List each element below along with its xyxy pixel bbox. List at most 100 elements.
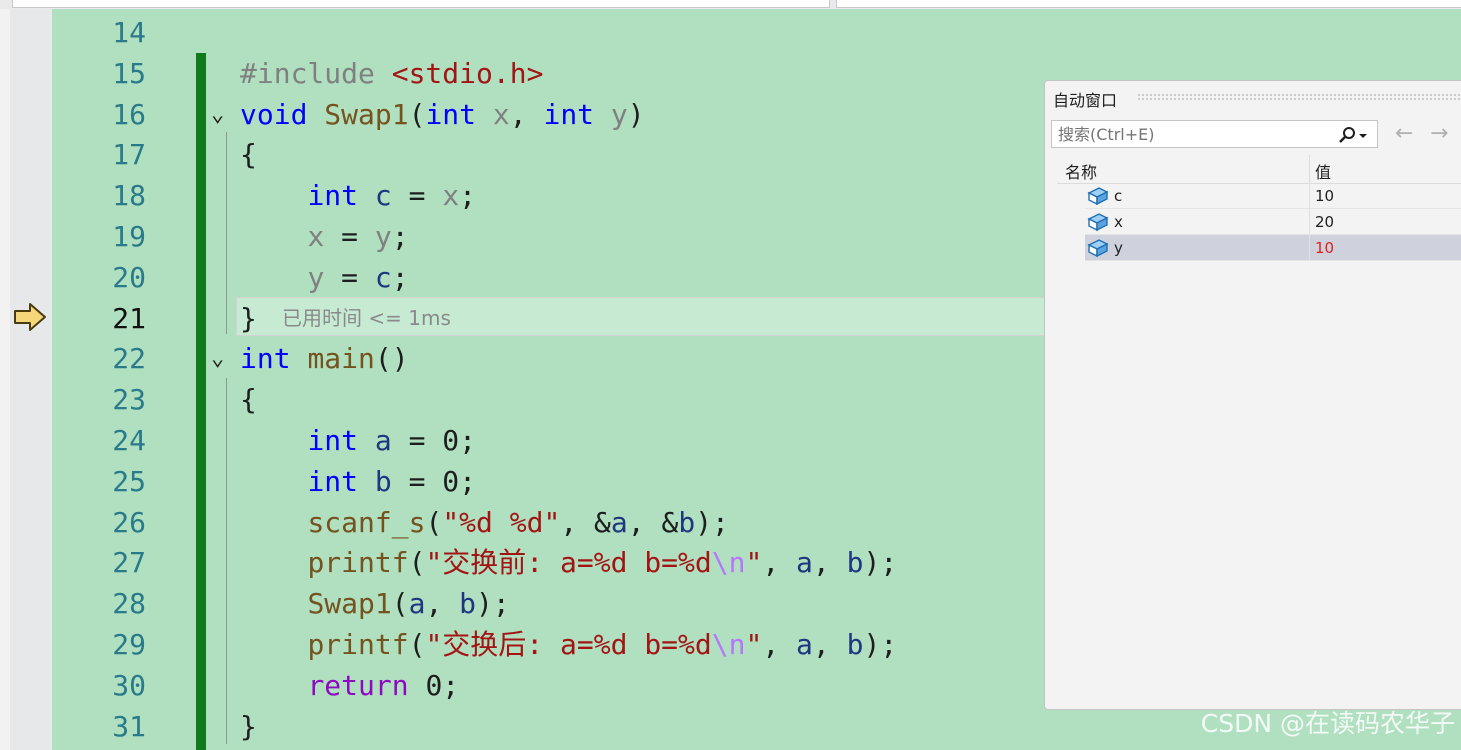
code-token: main bbox=[307, 342, 375, 376]
column-name-header[interactable]: 名称 bbox=[1065, 159, 1097, 183]
code-text: int c = x; bbox=[240, 175, 476, 216]
line-number: 21 bbox=[112, 301, 146, 335]
code-token: = 0; bbox=[391, 424, 477, 457]
code-token: \n bbox=[711, 546, 746, 580]
fold-chevron-icon[interactable]: ⌄ bbox=[211, 94, 224, 135]
code-text: #include <stdio.h> bbox=[240, 53, 543, 94]
code-token: "交换后: a=%d b=%d bbox=[425, 628, 712, 661]
code-token: () bbox=[374, 342, 409, 376]
code-token: Swap1 bbox=[324, 97, 409, 131]
variable-value[interactable]: 20 bbox=[1315, 213, 1334, 231]
code-token: , & bbox=[627, 505, 679, 539]
code-token: printf bbox=[307, 628, 409, 661]
variable-name: y bbox=[1114, 239, 1123, 257]
autos-title: 自动窗口 bbox=[1053, 91, 1118, 110]
code-token: b bbox=[846, 546, 864, 580]
variable-value[interactable]: 10 bbox=[1315, 239, 1334, 257]
code-token: = bbox=[324, 220, 375, 253]
search-forward-icon[interactable]: → bbox=[1430, 122, 1448, 146]
code-text: { bbox=[240, 134, 257, 175]
code-token: int bbox=[307, 424, 359, 457]
line-number: 29 bbox=[112, 628, 146, 661]
cell-separator bbox=[1309, 235, 1310, 261]
top-navigation-bar bbox=[0, 0, 1461, 9]
autos-row[interactable]: x 20 bbox=[1085, 209, 1461, 235]
code-token: " bbox=[745, 628, 763, 661]
code-text: printf("交换后: a=%d b=%d\n", a, b); bbox=[240, 624, 897, 665]
code-token: x bbox=[307, 220, 325, 253]
line-number: 26 bbox=[112, 505, 146, 539]
code-token: = bbox=[391, 179, 443, 213]
code-token: = 0; bbox=[391, 464, 477, 498]
code-token: ( bbox=[408, 97, 426, 131]
code-token: b bbox=[678, 505, 696, 539]
code-token: y bbox=[374, 220, 392, 253]
code-token: int bbox=[543, 97, 595, 131]
code-token: a bbox=[796, 546, 813, 580]
code-token: "%d %d" bbox=[442, 505, 561, 539]
code-token: a bbox=[796, 628, 813, 661]
line-number: 18 bbox=[112, 179, 146, 213]
variable-value[interactable]: 10 bbox=[1315, 187, 1334, 205]
member-dropdown[interactable] bbox=[836, 0, 1461, 8]
code-text: { bbox=[240, 379, 257, 420]
code-token: ); bbox=[863, 546, 898, 580]
autos-search-input[interactable] bbox=[1052, 121, 1334, 147]
code-token: ); bbox=[476, 587, 510, 621]
code-text: } bbox=[240, 298, 257, 339]
line-number: 22 bbox=[112, 342, 146, 376]
perf-tip: 已用时间 <= 1ms bbox=[282, 303, 451, 333]
line-number: 17 bbox=[112, 138, 146, 172]
autos-search-box bbox=[1051, 120, 1378, 148]
code-token: , bbox=[812, 546, 847, 580]
code-token: \n bbox=[711, 628, 746, 661]
panel-grip[interactable] bbox=[1137, 93, 1461, 101]
code-token: ); bbox=[863, 628, 898, 661]
autos-row[interactable]: c 10 bbox=[1085, 183, 1461, 209]
fold-chevron-icon[interactable]: ⌄ bbox=[211, 338, 224, 379]
code-text: y = c; bbox=[240, 257, 408, 298]
code-token: x bbox=[492, 97, 510, 131]
code-token: b bbox=[459, 587, 477, 621]
code-text: void Swap1(int x, int y) bbox=[240, 94, 645, 135]
code-token: y bbox=[307, 260, 325, 294]
search-icon[interactable] bbox=[1337, 125, 1369, 145]
code-token: c bbox=[374, 260, 392, 294]
line-number: 31 bbox=[112, 709, 146, 743]
scope-dropdown[interactable] bbox=[12, 0, 830, 8]
code-token: } bbox=[240, 709, 257, 743]
code-token: ; bbox=[459, 179, 477, 213]
code-token: , bbox=[762, 628, 797, 661]
code-token: " bbox=[745, 546, 763, 580]
code-token: , bbox=[812, 628, 847, 661]
dropdown-caret-icon bbox=[1359, 134, 1367, 138]
code-token: Swap1 bbox=[307, 587, 392, 621]
code-token: int bbox=[307, 464, 359, 498]
autos-window: 自动窗口 ← → 名称 值 c 10 x 20 y 10 bbox=[1044, 80, 1461, 710]
search-back-icon[interactable]: ← bbox=[1395, 122, 1413, 146]
column-value-header[interactable]: 值 bbox=[1315, 159, 1331, 183]
line-number: 15 bbox=[112, 56, 146, 90]
line-number: 24 bbox=[112, 424, 146, 457]
code-line[interactable]: 14 bbox=[0, 12, 1461, 53]
code-token: , bbox=[762, 546, 797, 580]
code-token: a bbox=[374, 424, 392, 457]
line-number: 25 bbox=[112, 464, 146, 498]
column-separator[interactable] bbox=[1309, 155, 1310, 183]
autos-row[interactable]: y 10 bbox=[1085, 235, 1461, 261]
code-text: printf("交换前: a=%d b=%d\n", a, b); bbox=[240, 542, 897, 583]
local-variable-icon bbox=[1087, 187, 1109, 206]
code-token: { bbox=[240, 383, 257, 417]
